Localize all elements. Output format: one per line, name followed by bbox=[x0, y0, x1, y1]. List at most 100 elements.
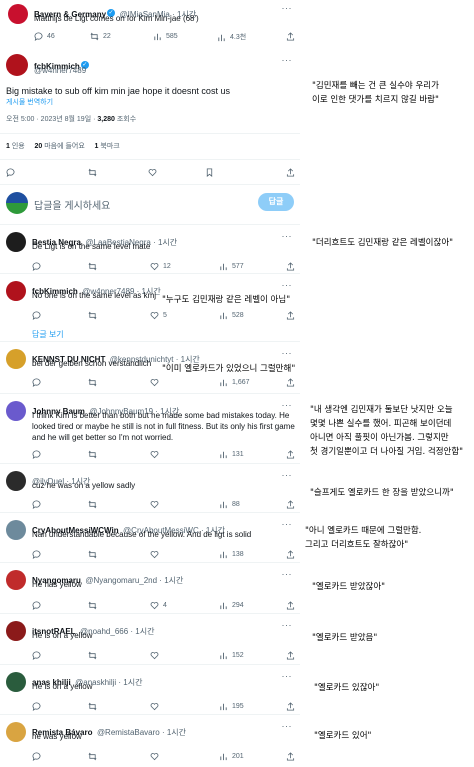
avatar[interactable] bbox=[6, 471, 26, 491]
reply-button[interactable] bbox=[32, 702, 45, 711]
share-button[interactable] bbox=[286, 500, 299, 509]
author-handle: @Nyangomaru_2nd · 1시간 bbox=[85, 576, 184, 585]
like-button[interactable]: 12 bbox=[150, 262, 171, 271]
views-button[interactable]: 201 bbox=[219, 752, 244, 761]
avatar[interactable] bbox=[6, 672, 26, 692]
retweet-button[interactable] bbox=[88, 601, 101, 610]
avatar[interactable] bbox=[6, 349, 26, 369]
reply-input[interactable]: 답글을 게시하세요 bbox=[34, 197, 110, 212]
retweet-button[interactable] bbox=[88, 550, 101, 559]
views-button[interactable]: 1,667 bbox=[219, 378, 250, 387]
retweet-button[interactable] bbox=[88, 702, 101, 711]
more-icon[interactable]: ··· bbox=[282, 400, 293, 410]
share-button[interactable] bbox=[286, 651, 299, 660]
more-icon[interactable]: ··· bbox=[282, 721, 293, 731]
timestamp: 오전 5:00 · 2023년 8월 19일 · bbox=[6, 116, 98, 123]
share-button[interactable] bbox=[286, 450, 299, 459]
retweet-button[interactable] bbox=[88, 500, 101, 509]
views-button[interactable]: 88 bbox=[219, 500, 240, 509]
reply-button[interactable] bbox=[32, 651, 45, 660]
reply-button[interactable] bbox=[32, 601, 45, 610]
annotation-text: "옐로카드 받았음" bbox=[312, 633, 378, 643]
avatar[interactable] bbox=[6, 54, 28, 76]
more-icon[interactable]: ··· bbox=[282, 280, 293, 290]
reply-text: I think Kim is better than both but he m… bbox=[32, 411, 290, 420]
like-button[interactable] bbox=[150, 378, 163, 387]
avatar[interactable] bbox=[8, 4, 28, 24]
show-replies-link[interactable]: 답글 보기 bbox=[32, 329, 64, 340]
avatar[interactable] bbox=[6, 621, 26, 641]
more-icon[interactable]: ··· bbox=[282, 231, 293, 241]
share-button[interactable] bbox=[286, 601, 299, 610]
like-button[interactable] bbox=[150, 550, 163, 559]
like-button[interactable] bbox=[148, 168, 161, 177]
views-button[interactable]: 195 bbox=[219, 702, 244, 711]
quote-stat[interactable]: 1 인용 bbox=[6, 143, 25, 150]
views-button[interactable]: 152 bbox=[219, 651, 244, 660]
reply-button[interactable] bbox=[6, 168, 19, 177]
tweet-stats: 1 인용 20 마음에 들어요 1 북마크 bbox=[6, 141, 120, 151]
retweet-button[interactable] bbox=[88, 752, 101, 761]
more-icon[interactable]: ··· bbox=[282, 348, 293, 358]
reply-icon bbox=[34, 32, 43, 41]
bookmark-button[interactable]: 4.3천 bbox=[217, 32, 246, 42]
share-button[interactable] bbox=[286, 311, 299, 320]
reply-submit-button[interactable]: 답글 bbox=[258, 193, 294, 211]
share-button[interactable] bbox=[286, 702, 299, 711]
avatar[interactable] bbox=[6, 401, 26, 421]
avatar[interactable] bbox=[6, 232, 26, 252]
more-icon[interactable]: ··· bbox=[282, 620, 293, 630]
retweet-button[interactable] bbox=[88, 168, 101, 177]
more-icon[interactable]: ··· bbox=[282, 470, 293, 480]
reply-text: looked tired or maybe he still is not in… bbox=[32, 422, 295, 431]
more-icon[interactable]: ··· bbox=[282, 3, 293, 13]
reply-button[interactable]: 46 bbox=[34, 32, 55, 41]
reply-button[interactable] bbox=[32, 550, 45, 559]
views-button[interactable]: 528 bbox=[219, 311, 244, 320]
like-button[interactable]: 4 bbox=[150, 601, 167, 610]
reply-button[interactable] bbox=[32, 500, 45, 509]
like-button[interactable]: 5 bbox=[150, 311, 167, 320]
bookmark-stat[interactable]: 1 북마크 bbox=[95, 143, 120, 150]
avatar[interactable] bbox=[6, 722, 26, 742]
like-button[interactable] bbox=[150, 752, 163, 761]
like-button[interactable] bbox=[150, 651, 163, 660]
views-button[interactable]: 585 bbox=[153, 32, 178, 41]
retweet-button[interactable] bbox=[88, 651, 101, 660]
views-button[interactable]: 131 bbox=[219, 450, 244, 459]
annotation-text: "더리흐트도 김민재랑 같은 레벨이잖아" bbox=[312, 238, 454, 248]
avatar[interactable] bbox=[6, 520, 26, 540]
avatar[interactable] bbox=[6, 281, 26, 301]
more-icon[interactable]: ··· bbox=[282, 55, 293, 65]
more-icon[interactable]: ··· bbox=[282, 569, 293, 579]
views-button[interactable]: 294 bbox=[219, 601, 244, 610]
share-button[interactable] bbox=[286, 550, 299, 559]
views-button[interactable]: 138 bbox=[219, 550, 244, 559]
reply-button[interactable] bbox=[32, 311, 45, 320]
views-button[interactable]: 577 bbox=[219, 262, 244, 271]
retweet-button[interactable] bbox=[88, 262, 101, 271]
retweet-button[interactable] bbox=[88, 378, 101, 387]
share-button[interactable] bbox=[286, 752, 299, 761]
translate-link[interactable]: 게시물 번역하기 bbox=[6, 97, 53, 107]
retweet-button[interactable] bbox=[88, 311, 101, 320]
share-button[interactable] bbox=[286, 168, 299, 177]
bookmark-button[interactable] bbox=[205, 168, 218, 177]
chart-icon bbox=[218, 34, 225, 41]
more-icon[interactable]: ··· bbox=[282, 671, 293, 681]
retweet-button[interactable]: 22 bbox=[90, 32, 111, 41]
likes-stat[interactable]: 20 마음에 들어요 bbox=[34, 143, 84, 150]
like-button[interactable] bbox=[150, 702, 163, 711]
like-button[interactable] bbox=[150, 450, 163, 459]
more-icon[interactable]: ··· bbox=[282, 519, 293, 529]
reply-button[interactable] bbox=[32, 752, 45, 761]
reply-button[interactable] bbox=[32, 378, 45, 387]
like-button[interactable] bbox=[150, 500, 163, 509]
reply-button[interactable] bbox=[32, 262, 45, 271]
avatar[interactable] bbox=[6, 570, 26, 590]
reply-button[interactable] bbox=[32, 450, 45, 459]
share-button[interactable] bbox=[286, 32, 299, 41]
share-button[interactable] bbox=[286, 378, 299, 387]
retweet-button[interactable] bbox=[88, 450, 101, 459]
share-button[interactable] bbox=[286, 262, 299, 271]
